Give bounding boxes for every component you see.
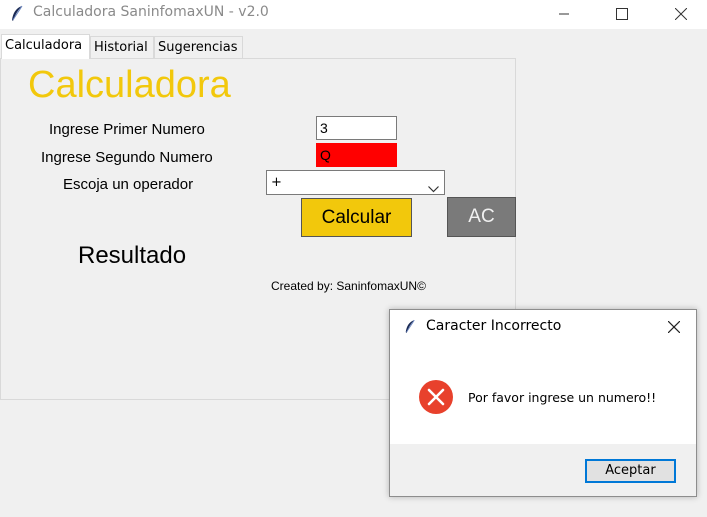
dialog-message: Por favor ingrese un numero!! [468, 390, 657, 405]
maximize-icon [616, 8, 628, 20]
tab-label: Historial [94, 40, 148, 55]
title-bar[interactable]: Calculadora SaninfomaxUN - v2.0 [0, 0, 707, 28]
credits-text: Created by: SaninfomaxUN© [271, 279, 426, 293]
tab-historial[interactable]: Historial [90, 36, 154, 58]
close-button[interactable] [658, 0, 704, 28]
maximize-button[interactable] [599, 0, 645, 28]
clear-button[interactable]: AC [447, 197, 516, 237]
error-dialog: Caracter Incorrecto Por favor ingrese un… [389, 309, 697, 497]
operator-label: Escoja un operador [63, 176, 194, 193]
calculate-button[interactable]: Calcular [301, 198, 412, 237]
error-icon [418, 379, 454, 415]
result-label: Resultado [78, 242, 187, 269]
first-number-input[interactable]: 3 [316, 116, 397, 140]
page-title: Calculadora [28, 64, 231, 106]
minimize-button[interactable] [541, 0, 587, 28]
feather-icon [10, 5, 24, 23]
close-icon [668, 321, 680, 333]
chevron-down-icon[interactable] [428, 178, 439, 201]
minimize-icon [559, 13, 569, 15]
window-title: Calculadora SaninfomaxUN - v2.0 [33, 4, 269, 20]
tab-label: Sugerencias [158, 40, 238, 55]
second-number-label: Ingrese Segundo Numero [41, 149, 213, 166]
dialog-close-button[interactable] [661, 316, 687, 338]
tab-calculadora[interactable]: Calculadora [1, 34, 90, 59]
feather-icon [404, 318, 416, 339]
dialog-title: Caracter Incorrecto [426, 318, 562, 334]
operator-value: + [271, 175, 282, 190]
first-number-label: Ingrese Primer Numero [49, 121, 205, 138]
close-icon [675, 8, 687, 20]
tab-label: Calculadora [5, 38, 83, 53]
ok-button[interactable]: Aceptar [585, 459, 676, 483]
operator-select[interactable]: + [266, 170, 445, 195]
second-number-input[interactable]: Q [316, 143, 397, 167]
tab-sugerencias[interactable]: Sugerencias [154, 36, 243, 58]
